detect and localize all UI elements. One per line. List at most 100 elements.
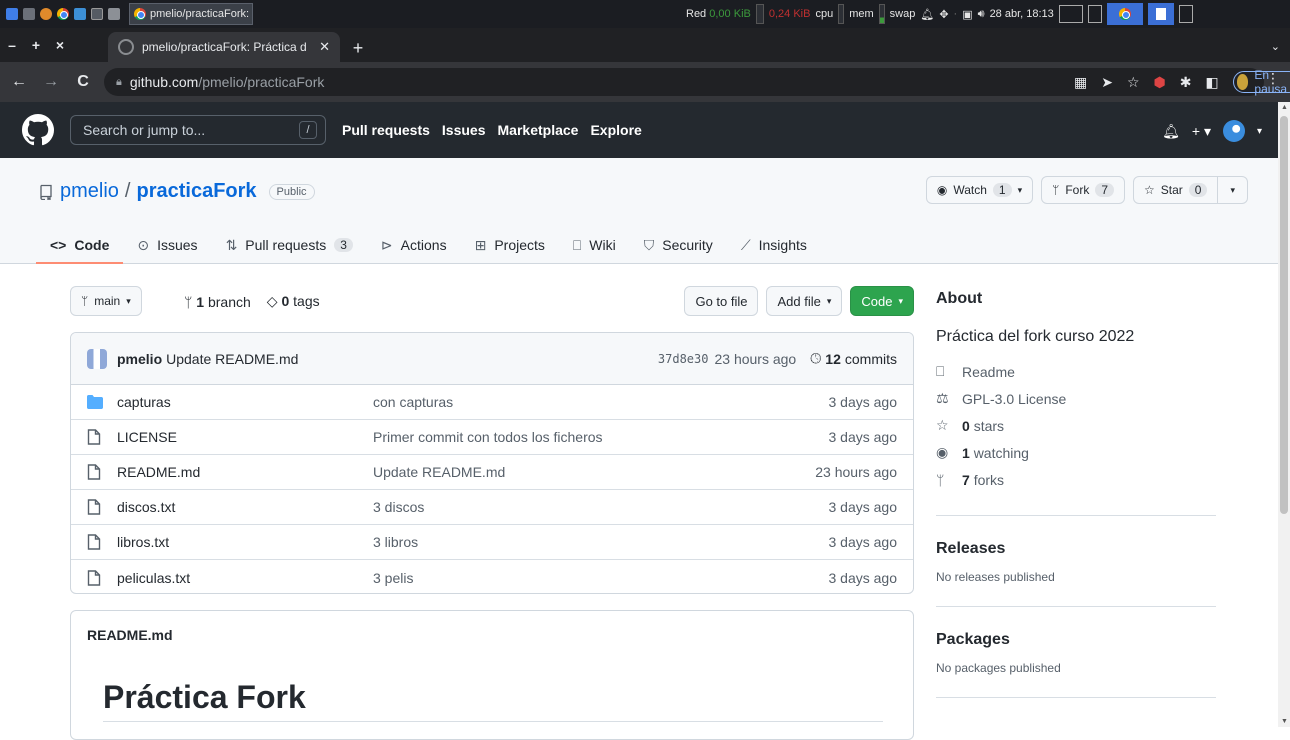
- file-commit-message[interactable]: 3 libros: [373, 534, 829, 550]
- notifications-bell-icon[interactable]: 🔔︎: [1162, 123, 1180, 140]
- repo-name-link[interactable]: practicaFork: [136, 180, 256, 203]
- commit-sha[interactable]: 37d8e30: [658, 352, 709, 366]
- commit-author[interactable]: pmelio: [117, 351, 162, 367]
- add-file-button[interactable]: Add file ▾: [766, 286, 843, 316]
- extension-shield-icon[interactable]: ⬢: [1154, 74, 1166, 91]
- repo-owner-link[interactable]: pmelio: [60, 180, 119, 203]
- license-link[interactable]: ⚖ GPL-3.0 License: [936, 385, 1216, 412]
- nav-issues[interactable]: Issues: [442, 122, 486, 138]
- new-tab-button[interactable]: +: [346, 36, 370, 60]
- create-new-plus-icon[interactable]: + ▾: [1192, 123, 1211, 140]
- packages-title[interactable]: Packages: [936, 631, 1216, 649]
- active-app-doc-icon[interactable]: [1147, 3, 1174, 25]
- back-icon[interactable]: ←: [6, 69, 32, 95]
- file-name[interactable]: README.md: [117, 464, 373, 480]
- table-row[interactable]: peliculas.txt 3 pelis 3 days ago: [71, 560, 913, 593]
- files-icon[interactable]: [74, 8, 86, 20]
- watch-button[interactable]: ◉ Watch 1 ▾: [925, 176, 1034, 204]
- tab-wiki[interactable]: ⎕ Wiki: [559, 226, 630, 264]
- lock-icon[interactable]: 🔒︎: [116, 76, 122, 89]
- workspace-1-icon[interactable]: [1058, 5, 1083, 23]
- window-icon[interactable]: [23, 8, 35, 20]
- commit-message[interactable]: Update README.md: [166, 351, 658, 367]
- branches-link[interactable]: ᛘ 1 branch: [184, 294, 251, 310]
- github-logo-icon[interactable]: [22, 114, 54, 146]
- file-name[interactable]: capturas: [117, 394, 373, 410]
- browser-menu-icon[interactable]: ⋮: [1266, 70, 1280, 87]
- file-name[interactable]: peliculas.txt: [117, 570, 373, 586]
- nav-explore[interactable]: Explore: [590, 122, 641, 138]
- commit-author-avatar[interactable]: [87, 348, 107, 369]
- tab-projects[interactable]: ⊞ Projects: [461, 226, 559, 264]
- forks-link[interactable]: ᛘ 7 forks: [936, 466, 1216, 493]
- dropbox-icon[interactable]: ✥: [939, 8, 948, 21]
- branch-select-button[interactable]: ᛘ main ▾: [70, 286, 142, 316]
- reload-icon[interactable]: C: [70, 69, 96, 95]
- chrome-launcher-icon[interactable]: [57, 8, 69, 20]
- close-window-icon[interactable]: ×: [48, 28, 72, 62]
- translate-icon[interactable]: ▦: [1074, 74, 1087, 91]
- stars-link[interactable]: ☆ 0 stars: [936, 412, 1216, 439]
- workspace-3-icon[interactable]: [1178, 5, 1193, 23]
- tab-security[interactable]: ⛉ Security: [630, 226, 727, 264]
- firefox-icon[interactable]: [40, 8, 52, 20]
- close-tab-icon[interactable]: ✕: [319, 39, 330, 55]
- code-button[interactable]: Code ▾: [850, 286, 914, 316]
- minimize-icon[interactable]: –: [0, 28, 24, 62]
- maximize-icon[interactable]: +: [24, 28, 48, 62]
- file-commit-message[interactable]: Primer commit con todos los ficheros: [373, 429, 829, 445]
- settings-app-icon[interactable]: [108, 8, 120, 20]
- scroll-up-icon[interactable]: ▲: [1281, 104, 1288, 111]
- side-panel-icon[interactable]: ◧: [1206, 74, 1219, 91]
- tab-issues[interactable]: ⊙ Issues: [123, 226, 211, 264]
- tab-code[interactable]: <> Code: [36, 226, 124, 264]
- file-commit-message[interactable]: con capturas: [373, 394, 829, 410]
- tab-search-chevron-icon[interactable]: ⌄: [1271, 40, 1280, 53]
- taskbar-window-chrome[interactable]: pmelio/practicaFork: Práctic...: [129, 3, 253, 25]
- readme-link[interactable]: ⎕ Readme: [936, 358, 1216, 385]
- volume-icon[interactable]: 🔊︎: [978, 8, 985, 21]
- bell-icon[interactable]: 🔔︎: [920, 8, 934, 21]
- scrollbar-thumb[interactable]: [1280, 116, 1288, 514]
- commit-time[interactable]: 23 hours ago: [714, 351, 796, 367]
- avatar-caret-icon[interactable]: ▾: [1257, 126, 1262, 137]
- nav-marketplace[interactable]: Marketplace: [498, 122, 579, 138]
- clock[interactable]: 28 abr, 18:13: [990, 8, 1054, 20]
- file-name[interactable]: discos.txt: [117, 499, 373, 515]
- readme-filename[interactable]: README.md: [71, 611, 913, 659]
- fork-button[interactable]: ᛘ Fork 7: [1041, 176, 1125, 204]
- battery-icon[interactable]: ▣: [962, 8, 972, 21]
- browser-tab-active[interactable]: pmelio/practicaFork: Práctica d ✕: [108, 32, 340, 62]
- active-app-chrome-icon[interactable]: [1106, 3, 1143, 25]
- tab-insights[interactable]: ⟋ Insights: [727, 226, 821, 264]
- tab-pull-requests[interactable]: ⇅ Pull requests 3: [212, 226, 367, 264]
- address-bar[interactable]: 🔒︎ github.com/pmelio/practicaFork ▦ ➤ ☆ …: [104, 68, 1290, 96]
- file-commit-message[interactable]: 3 pelis: [373, 570, 829, 586]
- app-menu-icon[interactable]: [6, 8, 18, 20]
- terminal-icon[interactable]: [91, 8, 103, 20]
- user-avatar[interactable]: [1222, 120, 1245, 142]
- file-commit-message[interactable]: 3 discos: [373, 499, 829, 515]
- file-name[interactable]: libros.txt: [117, 534, 373, 550]
- forward-icon[interactable]: →: [38, 69, 64, 95]
- profile-paused-button[interactable]: En pausa: [1232, 68, 1290, 96]
- extensions-puzzle-icon[interactable]: ✱: [1180, 74, 1192, 91]
- commits-link[interactable]: 🕓︎ 12 commits: [810, 350, 897, 367]
- send-icon[interactable]: ➤: [1101, 74, 1113, 91]
- table-row[interactable]: libros.txt 3 libros 3 days ago: [71, 525, 913, 560]
- scroll-down-icon[interactable]: ▼: [1281, 718, 1288, 725]
- tab-actions[interactable]: ⊳ Actions: [367, 226, 461, 264]
- star-list-dropdown[interactable]: ▾: [1218, 176, 1248, 204]
- releases-title[interactable]: Releases: [936, 540, 1216, 558]
- workspace-2-icon[interactable]: [1087, 5, 1102, 23]
- go-to-file-button[interactable]: Go to file: [684, 286, 759, 316]
- file-commit-message[interactable]: Update README.md: [373, 464, 815, 480]
- nav-pull-requests[interactable]: Pull requests: [342, 122, 430, 138]
- table-row[interactable]: README.md Update README.md 23 hours ago: [71, 455, 913, 490]
- bookmark-star-icon[interactable]: ☆: [1127, 74, 1140, 91]
- watchers-link[interactable]: ◉ 1 watching: [936, 439, 1216, 466]
- github-search-input[interactable]: Search or jump to... /: [70, 115, 326, 145]
- file-name[interactable]: LICENSE: [117, 429, 373, 445]
- page-scrollbar[interactable]: ▲ ▼: [1278, 102, 1290, 727]
- tags-link[interactable]: ◇ 0 tags: [267, 293, 320, 310]
